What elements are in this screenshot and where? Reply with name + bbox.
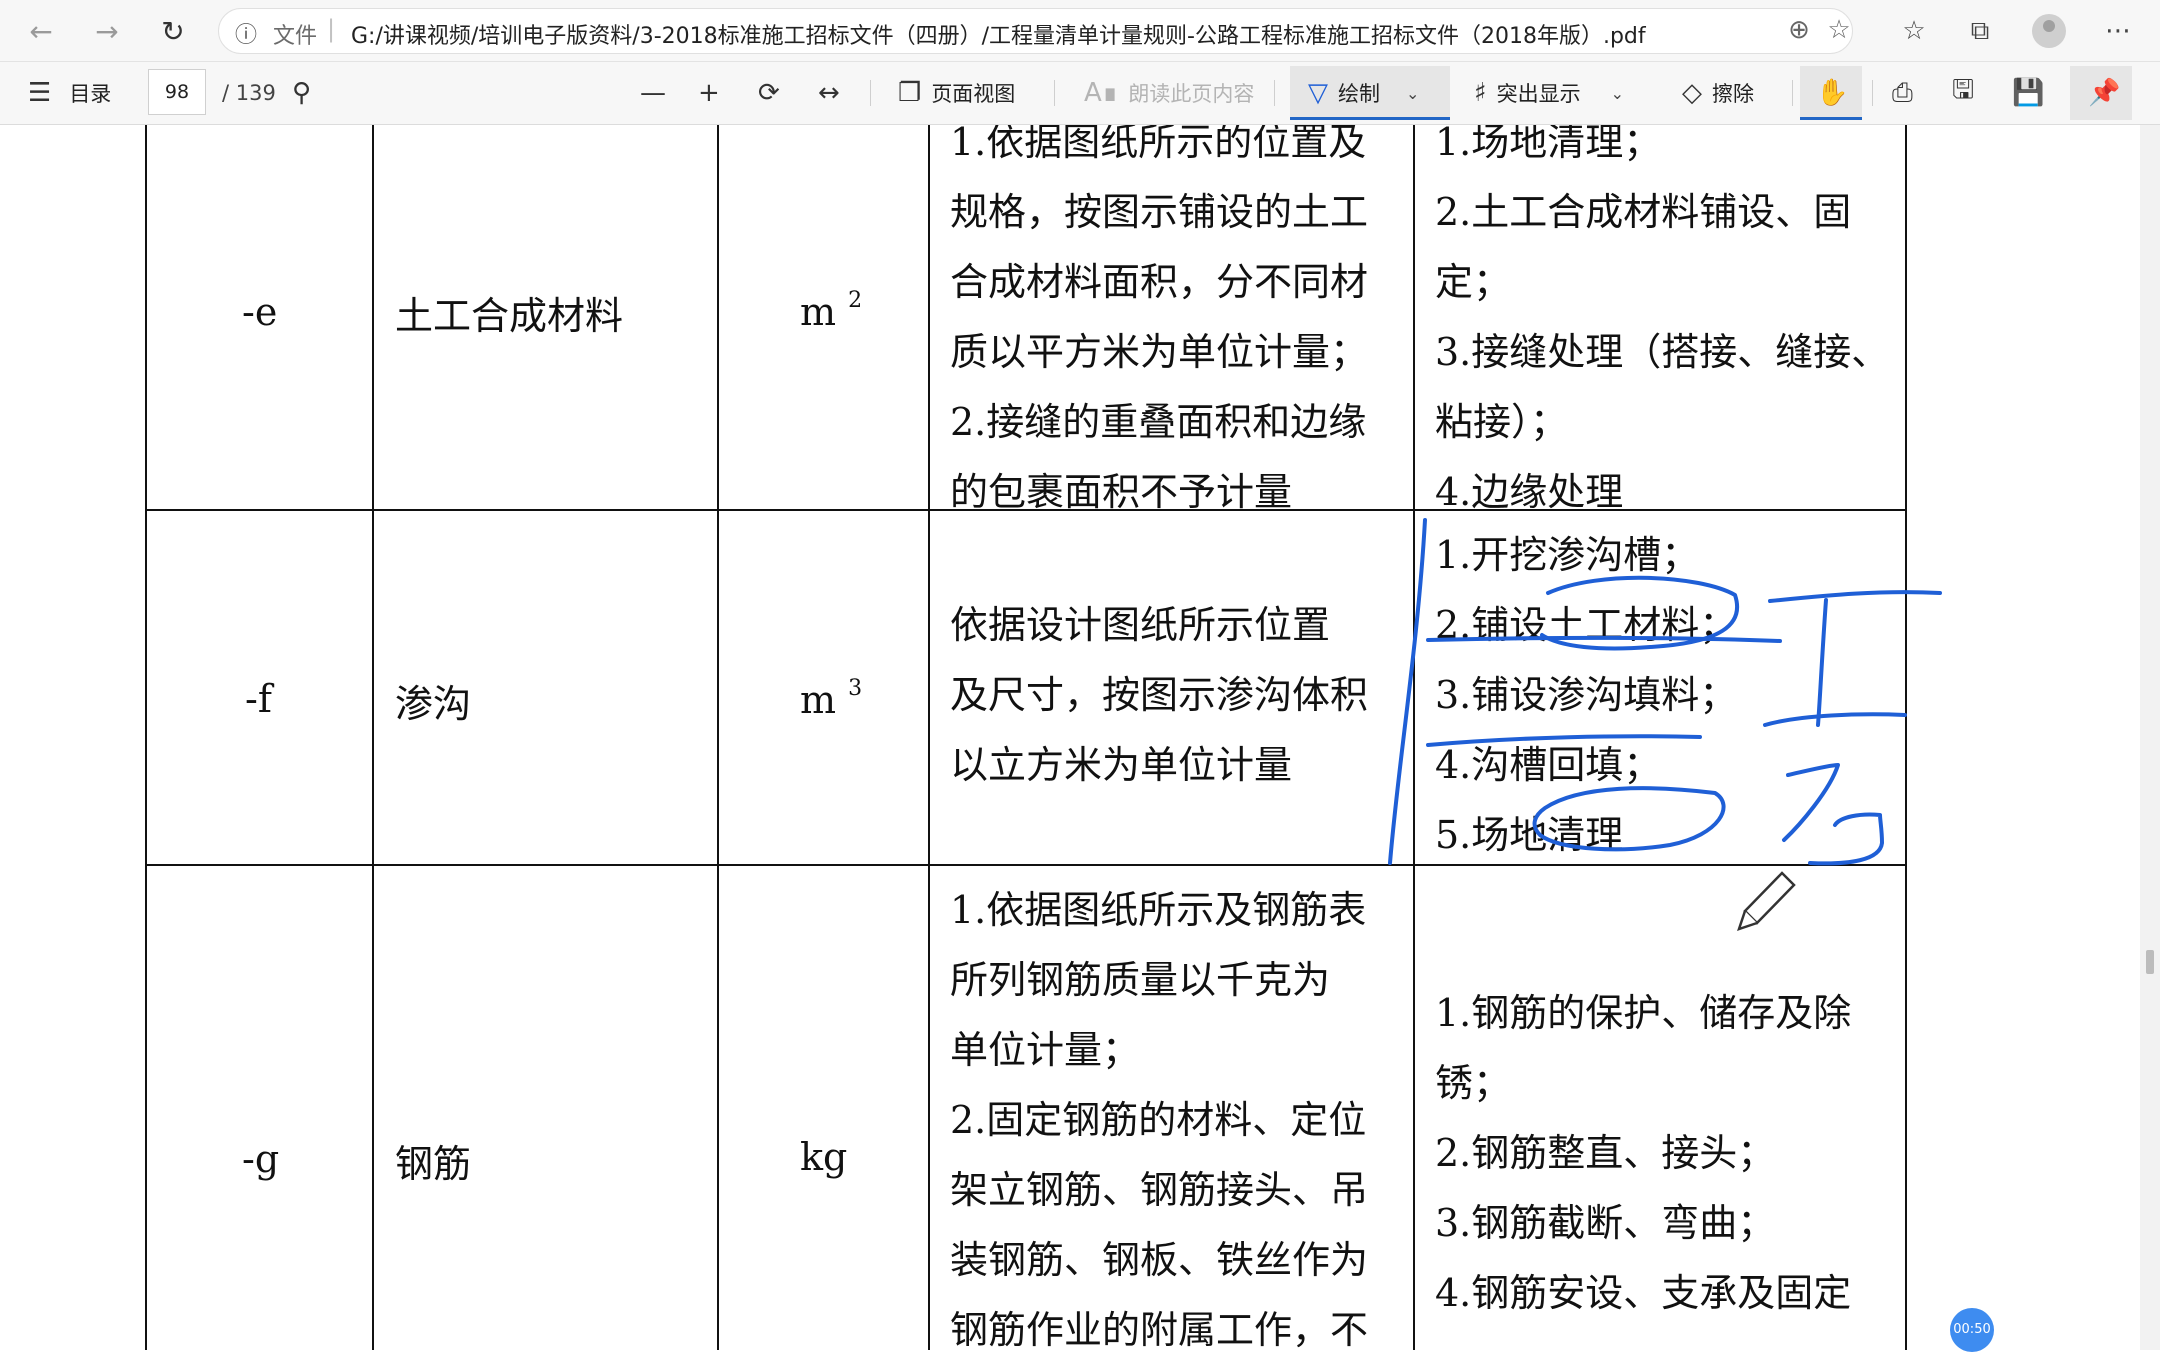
ink-stroke-underline bbox=[1426, 635, 1782, 643]
ink-stroke-circle-2 bbox=[1532, 786, 1726, 852]
rotate-button[interactable]: ⟳ bbox=[758, 62, 790, 124]
toolbar-divider bbox=[1792, 80, 1793, 106]
zoom-out-button[interactable]: — bbox=[640, 62, 676, 124]
search-icon: ⚲ bbox=[292, 78, 312, 108]
save-icon: 🖫 bbox=[1952, 75, 1975, 105]
save-button[interactable]: 🖫 bbox=[1952, 62, 1984, 124]
refresh-icon[interactable]: ↻ bbox=[152, 10, 194, 52]
chevron-down-icon[interactable]: ⌄ bbox=[1611, 84, 1624, 103]
eraser-icon: ◇ bbox=[1682, 78, 1702, 108]
pencil-cursor-icon bbox=[1737, 871, 1796, 931]
url-text[interactable]: G:/讲课视频/培训电子版资料/3-2018标准施工招标文件（四册）/工程量清单… bbox=[351, 18, 1646, 50]
read-aloud-icon: A∎ bbox=[1084, 78, 1119, 108]
chevron-down-icon[interactable]: ⌄ bbox=[1406, 84, 1419, 103]
contents-label: 目录 bbox=[69, 82, 112, 106]
ink-annotation-layer bbox=[1388, 518, 1942, 931]
ink-stroke-sketch-3 bbox=[1816, 598, 1828, 727]
forward-arrow-icon[interactable]: → bbox=[86, 10, 128, 52]
save-as-button[interactable]: 💾 bbox=[2012, 62, 2054, 124]
ink-stroke-sketch-4 bbox=[1782, 763, 1840, 842]
pin-toggle[interactable]: 📌 bbox=[2088, 62, 2130, 124]
erase-label: 擦除 bbox=[1712, 82, 1754, 106]
fit-width-button[interactable]: ↔ bbox=[818, 62, 850, 124]
pdf-page: -e 土工合成材料 m 2 1.依据图纸所示的位置及 规格，按图示铺设的土工 合… bbox=[0, 125, 2160, 1350]
touch-write-toggle[interactable]: ✋ bbox=[1816, 62, 1858, 124]
print-button[interactable]: ⎙ bbox=[1892, 62, 1923, 124]
ink-stroke-sketch-5 bbox=[1808, 812, 1884, 866]
fit-width-icon: ↔ bbox=[818, 78, 840, 108]
url-divider: | bbox=[327, 15, 336, 43]
ink-stroke-vertical bbox=[1388, 518, 1427, 865]
favorites-icon[interactable]: ☆ bbox=[1894, 12, 1934, 50]
page-view-icon: ❐ bbox=[898, 78, 922, 108]
collections-icon[interactable]: ⧉ bbox=[1960, 12, 2000, 50]
hand-icon: ✋ bbox=[1816, 78, 1849, 108]
page-number-input[interactable]: 98 bbox=[148, 69, 206, 115]
draw-label: 绘制 bbox=[1338, 82, 1380, 106]
highlighter-icon: ♯ bbox=[1474, 78, 1487, 108]
page-total: / 139 bbox=[222, 81, 276, 105]
plus-icon: + bbox=[698, 78, 720, 108]
toolbar-divider bbox=[1274, 80, 1275, 106]
rotate-icon: ⟳ bbox=[758, 78, 780, 108]
back-arrow-icon[interactable]: ← bbox=[20, 10, 62, 52]
ink-stroke-sketch-1 bbox=[1763, 712, 1907, 727]
zoom-icon[interactable]: ⊕ bbox=[1779, 11, 1819, 49]
draw-pen-icon: ▽ bbox=[1308, 78, 1328, 108]
draw-button[interactable]: ▽ 绘制 ⌄ bbox=[1308, 62, 1419, 124]
zoom-in-button[interactable]: + bbox=[698, 62, 730, 124]
highlight-button[interactable]: ♯ 突出显示 ⌄ bbox=[1474, 62, 1624, 124]
timer-badge: 00:50 bbox=[1950, 1308, 1994, 1352]
highlight-label: 突出显示 bbox=[1496, 82, 1581, 106]
contents-button[interactable]: ☰ 目录 bbox=[28, 62, 111, 124]
print-icon: ⎙ bbox=[1892, 77, 1913, 108]
ink-stroke-underline-2 bbox=[1426, 734, 1702, 747]
vertical-scrollbar[interactable] bbox=[2140, 125, 2160, 1350]
url-scheme-label: 文件 bbox=[273, 24, 318, 49]
save-as-icon: 💾 bbox=[2012, 78, 2045, 108]
scrollbar-thumb[interactable] bbox=[2146, 950, 2154, 974]
read-aloud-label: 朗读此页内容 bbox=[1128, 82, 1255, 106]
page-view-label: 页面视图 bbox=[931, 82, 1016, 106]
page-view-button[interactable]: ❐ 页面视图 bbox=[898, 62, 1015, 124]
list-icon: ☰ bbox=[28, 78, 52, 108]
browser-address-bar: ← → ↻ ⓘ 文件 | G:/讲课视频/培训电子版资料/3-2018标准施工招… bbox=[0, 0, 2160, 62]
profile-avatar[interactable] bbox=[2032, 14, 2066, 48]
url-bar[interactable]: ⓘ 文件 | G:/讲课视频/培训电子版资料/3-2018标准施工招标文件（四册… bbox=[218, 8, 1853, 54]
search-button[interactable]: ⚲ bbox=[292, 62, 321, 124]
toolbar-divider bbox=[1872, 80, 1873, 106]
pin-icon: 📌 bbox=[2088, 78, 2121, 108]
toolbar-divider bbox=[1054, 80, 1055, 106]
add-favorite-icon[interactable]: ☆ bbox=[1819, 11, 1859, 49]
toolbar-divider bbox=[870, 80, 871, 106]
ink-stroke-sketch-2 bbox=[1768, 590, 1942, 603]
erase-button[interactable]: ◇ 擦除 bbox=[1682, 62, 1754, 124]
read-aloud-button[interactable]: A∎ 朗读此页内容 bbox=[1084, 62, 1254, 124]
info-icon[interactable]: ⓘ bbox=[235, 17, 257, 49]
more-menu-icon[interactable]: ⋯ bbox=[2098, 12, 2138, 50]
minus-icon: — bbox=[640, 78, 666, 108]
